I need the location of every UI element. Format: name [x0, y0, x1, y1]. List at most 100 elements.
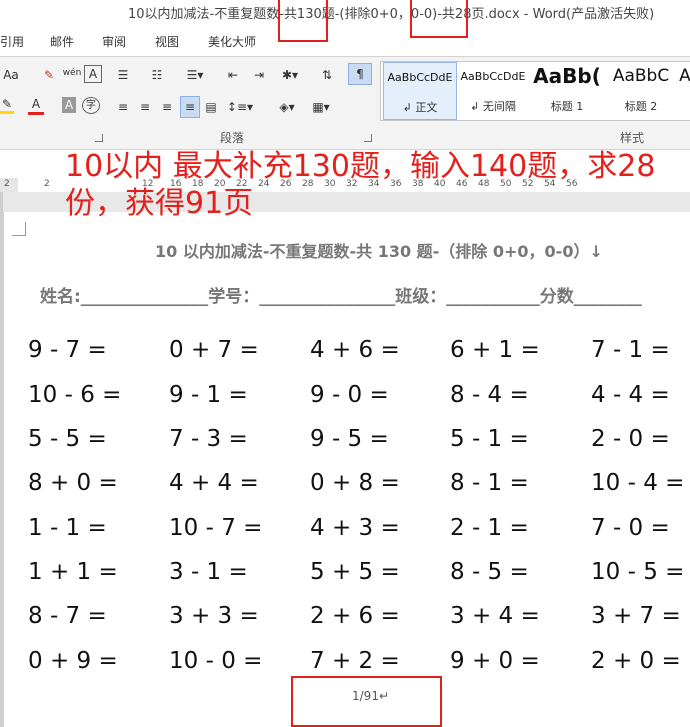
change-case-button[interactable]: Aa	[0, 65, 22, 85]
problem: 6 + 1 =	[450, 337, 540, 363]
ruler-number: 2	[44, 179, 50, 189]
problem: 7 + 2 =	[310, 648, 400, 674]
style-heading-2-sample: AaBbC	[612, 66, 670, 86]
problem: 0 + 9 =	[28, 648, 118, 674]
distributed-icon[interactable]: ▤	[202, 97, 220, 117]
style-heading-1-label: 标题 1	[550, 100, 584, 113]
show-marks-icon[interactable]: ¶	[348, 63, 372, 85]
page-corner-mark	[12, 222, 26, 236]
problem: 9 - 0 =	[310, 382, 389, 408]
problem: 8 - 4 =	[450, 382, 529, 408]
problem: 3 - 1 =	[169, 559, 248, 585]
problem: 3 + 4 =	[450, 603, 540, 629]
problem: 4 + 3 =	[310, 515, 400, 541]
highlight-box-page-number	[291, 676, 442, 727]
problem: 4 + 4 =	[169, 470, 259, 496]
borders-icon[interactable]: ▦▾	[306, 97, 336, 117]
problem: 7 - 0 =	[591, 515, 670, 541]
paragraph-dialog-launcher-icon[interactable]	[364, 134, 372, 142]
align-left-icon[interactable]: ≡	[114, 97, 132, 117]
problem: 5 + 5 =	[310, 559, 400, 585]
style-no-spacing[interactable]: AaBbCcDdE ↲ 无间隔	[457, 62, 529, 118]
line-spacing-icon[interactable]: ↕≡▾	[226, 97, 254, 117]
justify-icon[interactable]: ≡	[180, 96, 200, 118]
style-heading-1[interactable]: AaBb( 标题 1	[531, 62, 603, 118]
annotation-line-1: 10以内 最大补充130题，输入140题，求28	[65, 149, 656, 184]
ribbon: Aa ✎ wén A ✎ A A 字 ☰ ☷ ☰▾ ⇤ ⇥ ✱▾ ⇅ ¶ ≡ ≡…	[0, 56, 690, 150]
annotation-overlay: 10以内 最大补充130题，输入140题，求28 份，获得91页	[65, 148, 655, 222]
tab-beautify-master[interactable]: 美化大师	[208, 33, 256, 50]
problem: 8 - 7 =	[28, 603, 107, 629]
tab-view[interactable]: 视图	[155, 33, 179, 50]
highlight-icon[interactable]: ✎	[0, 97, 14, 114]
highlight-box-page-count	[410, 0, 468, 38]
problem: 10 - 6 =	[28, 382, 122, 408]
problem: 10 - 7 =	[169, 515, 263, 541]
numbering-icon[interactable]: ☷	[148, 65, 166, 85]
problem: 9 + 0 =	[450, 648, 540, 674]
style-no-spacing-sample: AaBbCcDdE	[460, 70, 526, 83]
problem: 4 + 6 =	[310, 337, 400, 363]
style-heading-1-sample: AaBb(	[533, 64, 601, 88]
style-normal-sample: AaBbCcDdE	[387, 71, 453, 84]
problem: 3 + 7 =	[591, 603, 681, 629]
sort-icon[interactable]: ⇅	[318, 65, 336, 85]
problem: 9 - 7 =	[28, 337, 107, 363]
problem: 2 + 6 =	[310, 603, 400, 629]
problem: 4 - 4 =	[591, 382, 670, 408]
increase-indent-icon[interactable]: ⇥	[250, 65, 268, 85]
style-more-sample: A	[679, 66, 690, 86]
multilevel-list-icon[interactable]: ☰▾	[182, 65, 208, 85]
tab-mailings[interactable]: 邮件	[50, 33, 74, 50]
problem: 2 - 0 =	[591, 426, 670, 452]
problem: 1 + 1 =	[28, 559, 118, 585]
problem: 5 - 1 =	[450, 426, 529, 452]
style-heading-2[interactable]: AaBbC 标题 2	[605, 62, 677, 118]
problem: 8 + 0 =	[28, 470, 118, 496]
decrease-indent-icon[interactable]: ⇤	[224, 65, 242, 85]
problem: 0 + 7 =	[169, 337, 259, 363]
char-shading-button[interactable]: A	[62, 97, 76, 113]
tab-references[interactable]: 引用	[0, 33, 24, 50]
problem: 10 - 5 =	[591, 559, 685, 585]
problem: 5 - 5 =	[28, 426, 107, 452]
font-dialog-launcher-icon[interactable]	[95, 134, 103, 142]
style-no-spacing-label: ↲ 无间隔	[470, 100, 516, 113]
ribbon-tabs: 引用 邮件 审阅 视图 美化大师	[0, 30, 690, 54]
student-info-line: 姓名:_______________学号：________________班级：…	[40, 287, 642, 307]
tab-review[interactable]: 审阅	[102, 33, 126, 50]
window-title: 10以内加减法-不重复题数-共130题-(排除0+0，0-0)-共28页.doc…	[128, 7, 655, 22]
clear-format-icon[interactable]: ✎	[40, 65, 58, 85]
style-heading-2-label: 标题 2	[624, 100, 658, 113]
problem: 10 - 4 =	[591, 470, 685, 496]
title-bar: 10以内加减法-不重复题数-共130题-(排除0+0，0-0)-共28页.doc…	[0, 0, 690, 30]
problem: 2 - 1 =	[450, 515, 529, 541]
shading-icon[interactable]: ◈▾	[274, 97, 300, 117]
ruler-number: 2	[4, 179, 10, 189]
problem: 7 - 3 =	[169, 426, 248, 452]
styles-group-label: 样式	[620, 131, 645, 145]
problem: 2 + 0 =	[591, 648, 681, 674]
phonetic-guide-button[interactable]: wén	[62, 63, 82, 83]
font-color-button[interactable]: A	[28, 97, 44, 115]
chinese-layout-icon[interactable]: ✱▾	[278, 65, 302, 85]
char-border-button[interactable]: A	[84, 65, 102, 83]
document-title: 10 以内加减法-不重复题数-共 130 题-（排除 0+0，0-0）↓	[155, 242, 603, 261]
styles-gallery[interactable]: AaBbCcDdE ↲ 正文 AaBbCcDdE ↲ 无间隔 AaBb( 标题 …	[380, 61, 690, 121]
annotation-line-2: 份，获得91页	[65, 186, 254, 221]
bullets-icon[interactable]: ☰	[114, 65, 132, 85]
problem: 9 - 1 =	[169, 382, 248, 408]
style-more[interactable]: A	[679, 62, 690, 118]
problem: 7 - 1 =	[591, 337, 670, 363]
problem: 10 - 0 =	[169, 648, 263, 674]
paragraph-group-label: 段落	[220, 131, 245, 145]
align-center-icon[interactable]: ≡	[136, 97, 154, 117]
enclose-char-button[interactable]: 字	[82, 97, 100, 114]
problem: 9 - 5 =	[310, 426, 389, 452]
highlight-box-question-count	[278, 0, 328, 42]
problem: 3 + 3 =	[169, 603, 259, 629]
problem: 8 - 5 =	[450, 559, 529, 585]
problem: 1 - 1 =	[28, 515, 107, 541]
style-normal[interactable]: AaBbCcDdE ↲ 正文	[383, 62, 457, 120]
align-right-icon[interactable]: ≡	[158, 97, 176, 117]
